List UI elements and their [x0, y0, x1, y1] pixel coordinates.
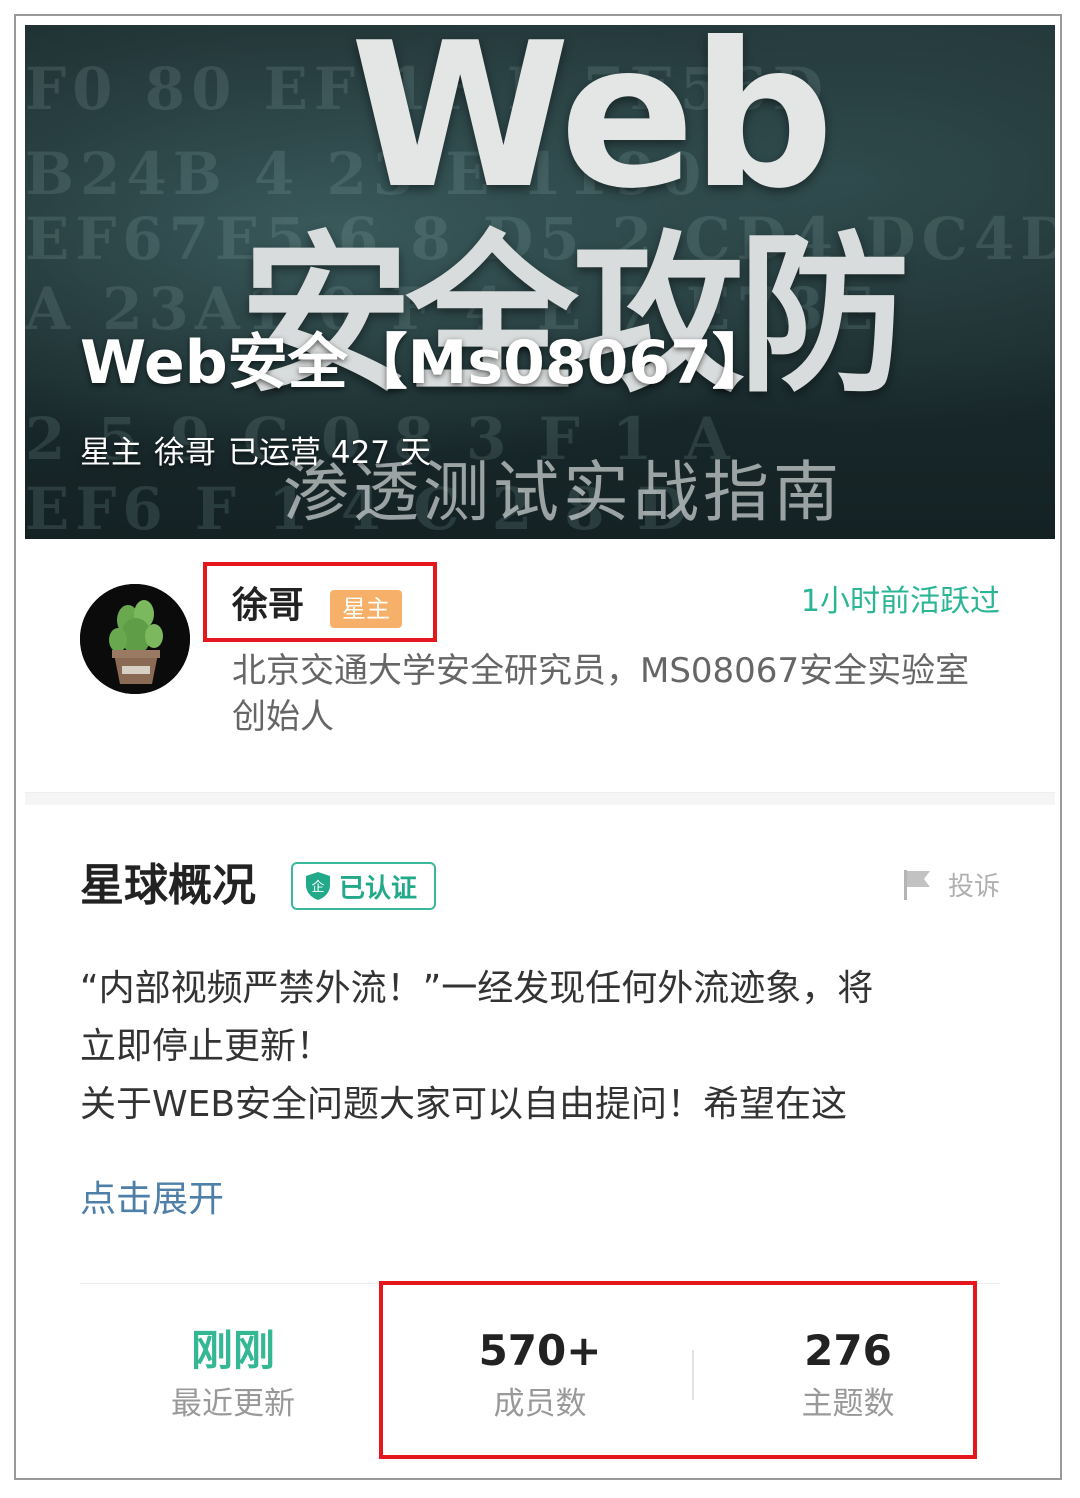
- shield-icon-char: 企: [311, 879, 324, 895]
- shield-icon: 企: [306, 872, 330, 900]
- verified-label: 已认证: [339, 873, 418, 904]
- owner-avatar[interactable]: [80, 584, 190, 694]
- highlight-box-owner: [203, 562, 437, 642]
- owner-prefix: 星主: [80, 435, 142, 471]
- stat-label: 最近更新: [171, 1386, 295, 1422]
- banner-owner-name: 徐哥: [154, 435, 216, 471]
- description-line: 关于WEB安全问题大家可以自由提问！希望在这: [80, 1084, 848, 1125]
- banner-art-web: Web: [350, 25, 834, 233]
- last-active-time: 1小时前活跃过: [800, 584, 1000, 619]
- report-label: 投诉: [947, 872, 1000, 902]
- operating-days: 已运营 427 天: [228, 435, 431, 471]
- expand-link[interactable]: 点击展开: [80, 1172, 224, 1228]
- group-cover-banner: F0 80 EF 1F E 7E56D B24B 4 23 E 1190 EF6…: [25, 25, 1055, 539]
- stat-last-updated: 刚刚 最近更新: [113, 1322, 353, 1428]
- group-meta: 星主 徐哥 已运营 427 天: [80, 427, 443, 472]
- overview-description: “内部视频严禁外流！”一经发现任何外流迹象，将 立即停止更新！ 关于WEB安全问…: [80, 960, 1005, 1134]
- report-button[interactable]: 投诉: [902, 866, 1000, 903]
- description-line: “内部视频严禁外流！”一经发现任何外流迹象，将: [80, 968, 874, 1009]
- flag-icon: [903, 869, 930, 900]
- verified-badge[interactable]: 企 已认证: [291, 862, 436, 910]
- group-title: Web安全【Ms08067】: [80, 328, 772, 398]
- highlight-box-stats: [379, 1281, 977, 1459]
- owner-description: 北京交通大学安全研究员，MS08067安全实验室创始人: [232, 651, 970, 737]
- stat-value: 刚刚: [190, 1326, 275, 1375]
- section-divider: [25, 792, 1055, 805]
- cactus-icon: [80, 584, 190, 694]
- overview-title: 星球概况: [80, 860, 256, 911]
- description-line: 立即停止更新！: [80, 1026, 333, 1067]
